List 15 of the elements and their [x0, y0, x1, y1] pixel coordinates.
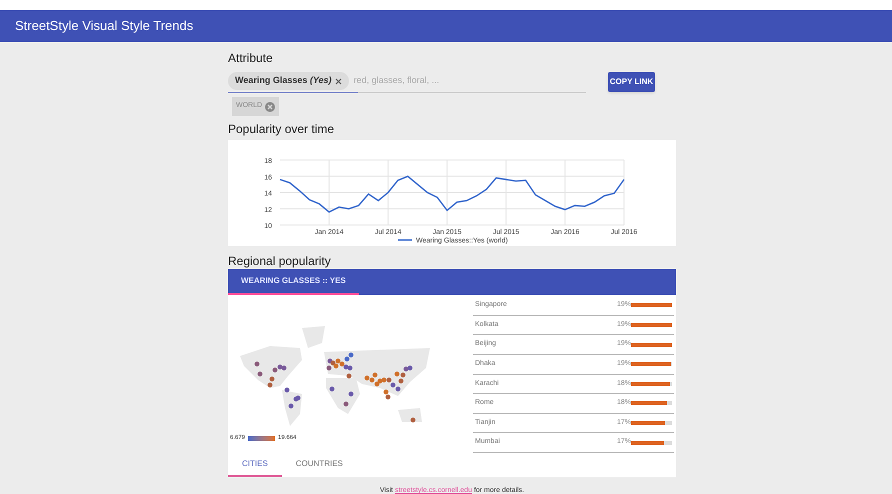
chip-label: Wearing Glasses (Yes): [235, 74, 332, 88]
legend-line-icon: [398, 239, 412, 241]
section-heading: Regional popularity: [228, 254, 332, 268]
close-icon[interactable]: [334, 78, 342, 84]
attribute-tab[interactable]: WEARING GLASSES :: YES: [228, 269, 359, 295]
copy-link-button[interactable]: COPY LINK: [608, 72, 655, 92]
attribute-chip[interactable]: Wearing Glasses (Yes): [228, 72, 349, 90]
attribute-input[interactable]: Wearing Glasses (Yes) red, glasses, floral, ...: [228, 70, 586, 93]
color-scale-bar: [248, 436, 276, 440]
search-field[interactable]: red, glasses, floral, ...: [354, 74, 554, 88]
view-tab[interactable]: COUNTRIES: [282, 453, 357, 477]
view-tab[interactable]: CITIES: [228, 453, 282, 477]
app-title: StreetStyle Visual Style Trends: [15, 17, 194, 36]
section-heading: Attribute: [228, 50, 274, 67]
section-heading: Popularity over time: [228, 122, 336, 136]
